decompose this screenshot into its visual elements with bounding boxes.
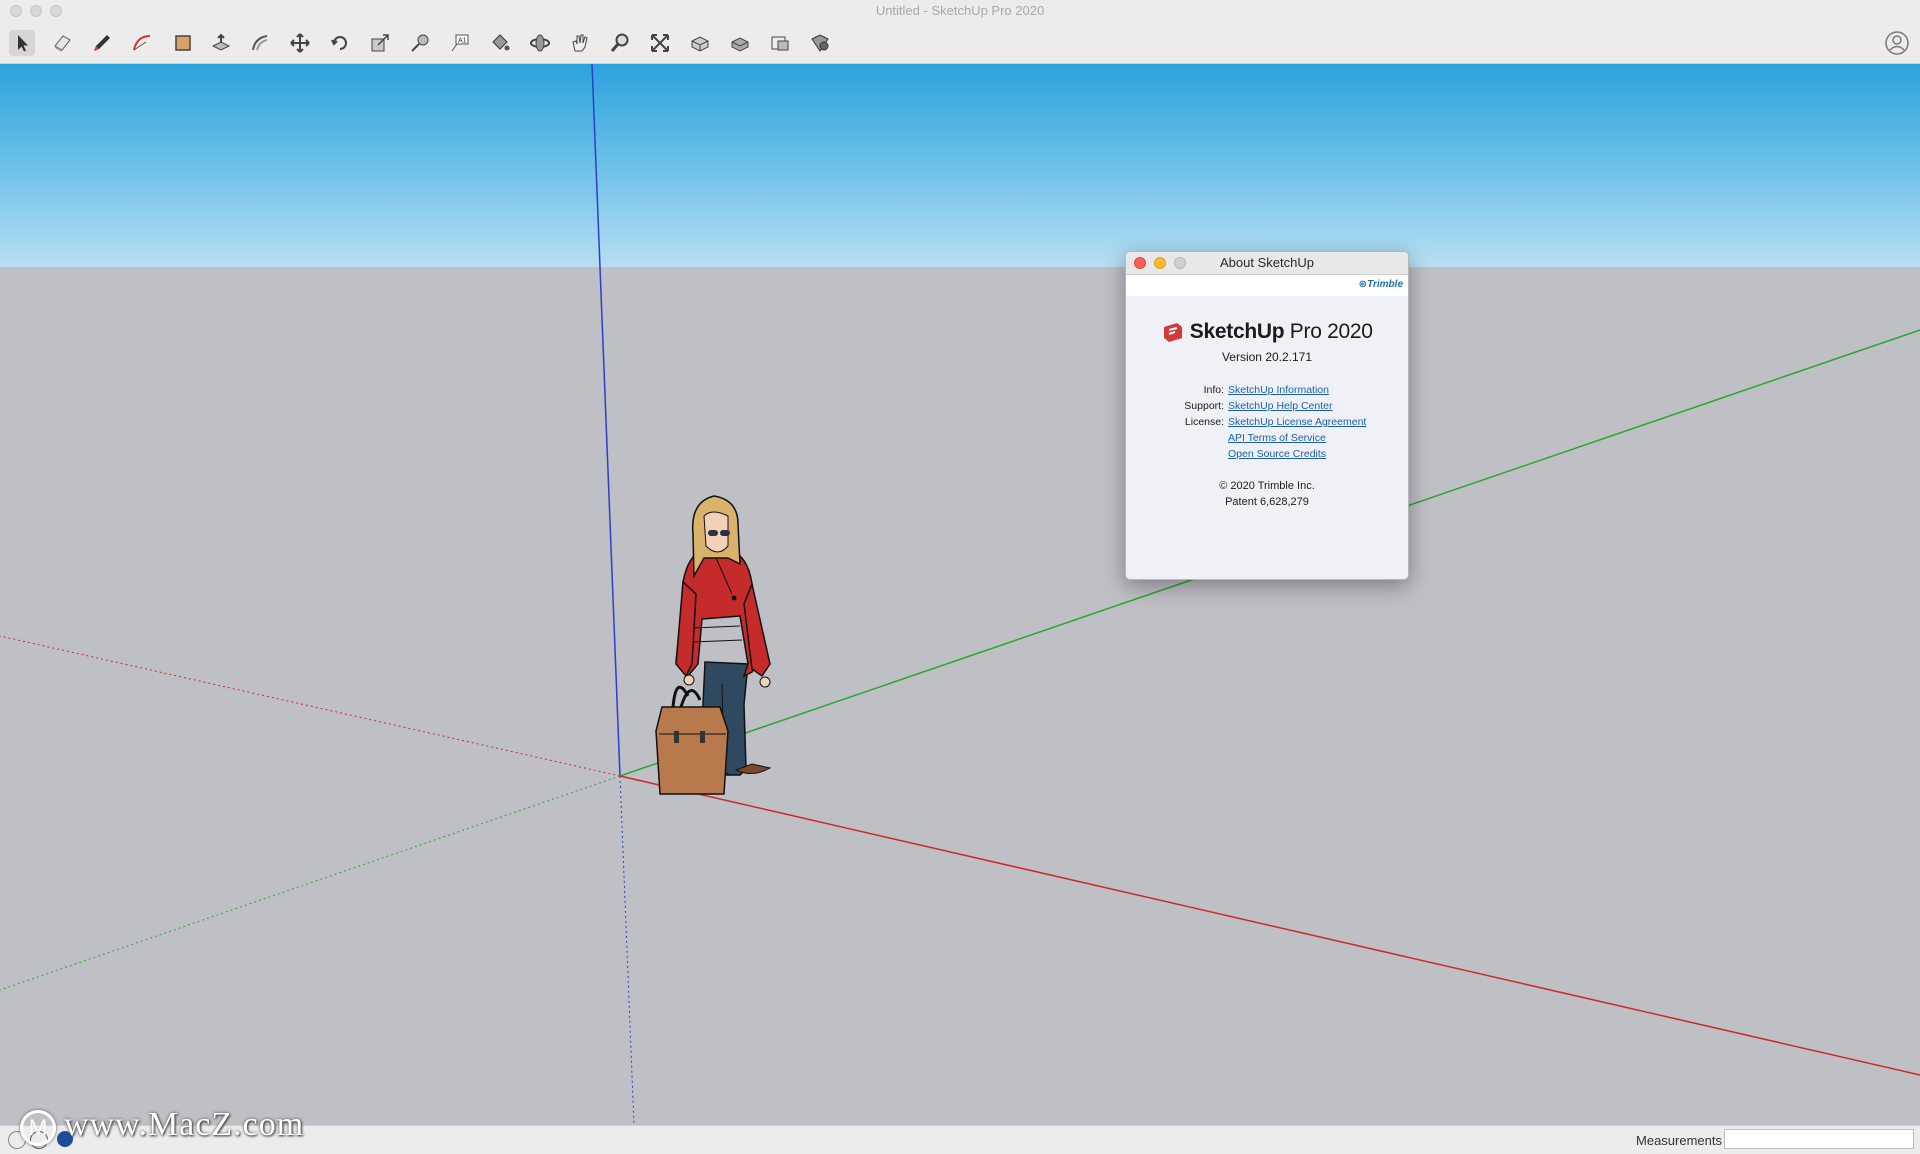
- user-account-icon: [1885, 31, 1909, 55]
- zoom-tool-button[interactable]: [607, 30, 633, 56]
- dialog-title: About SketchUp: [1220, 255, 1314, 270]
- 3d-warehouse-icon: [691, 36, 709, 52]
- offset-icon: [252, 35, 268, 51]
- info-row: Info: SketchUp Information: [1126, 382, 1408, 398]
- watermark-text: www.MacZ.com: [64, 1106, 305, 1143]
- scale-figure-person: [655, 495, 772, 795]
- extension-manager-icon: [811, 34, 829, 52]
- open-source-row: Open Source Credits: [1126, 446, 1408, 462]
- paint-bucket-icon: [492, 34, 510, 51]
- link-label: License:: [1184, 416, 1224, 428]
- orbit-tool-button[interactable]: [527, 30, 553, 56]
- version-text: Version 20.2.171: [1221, 350, 1313, 364]
- dialog-minimize-button[interactable]: [1154, 257, 1166, 269]
- help-center-link[interactable]: SketchUp Help Center: [1228, 398, 1332, 414]
- eraser-tool-button[interactable]: [49, 30, 75, 56]
- layout-icon: [771, 36, 789, 51]
- move-icon: [290, 33, 310, 53]
- rectangle-tool-button[interactable]: [170, 30, 196, 56]
- blue-axis-positive: [591, 64, 621, 777]
- watermark-logo-icon: M: [20, 1110, 56, 1146]
- zoom-extents-icon: [651, 34, 669, 52]
- license-row: License: SketchUp License Agreement: [1126, 414, 1408, 430]
- zoom-icon: [610, 33, 629, 52]
- text-tool-button[interactable]: A1: [447, 30, 473, 56]
- select-icon: [18, 35, 28, 52]
- sketchup-logo-icon: [1164, 323, 1183, 342]
- link-label: Info:: [1203, 384, 1224, 396]
- about-links: Info: SketchUp Information Support: Sket…: [1126, 382, 1408, 462]
- extension-manager-button[interactable]: [807, 30, 833, 56]
- 3d-warehouse-button[interactable]: [687, 30, 713, 56]
- dialog-close-button[interactable]: [1134, 257, 1146, 269]
- pan-tool-button[interactable]: [567, 30, 593, 56]
- brand-band: ⊛Trimble: [1126, 275, 1408, 296]
- link-label: [1126, 446, 1228, 462]
- svg-text:A1: A1: [458, 38, 467, 45]
- dialog-zoom-button: [1174, 257, 1186, 269]
- arc-tool-button[interactable]: [129, 30, 155, 56]
- scale-tool-button[interactable]: [367, 30, 393, 56]
- tape-measure-tool-button[interactable]: [407, 30, 433, 56]
- copyright-text: © 2020 Trimble Inc.: [1219, 480, 1315, 492]
- paint-bucket-tool-button[interactable]: [487, 30, 513, 56]
- pencil-icon: [94, 35, 110, 51]
- measurements-label: Measurements: [1636, 1133, 1722, 1148]
- layout-button[interactable]: [767, 30, 793, 56]
- minimize-window-button[interactable]: [30, 5, 42, 17]
- push-pull-icon: [211, 33, 231, 51]
- license-agreement-link[interactable]: SketchUp License Agreement: [1228, 414, 1366, 430]
- window-title-bar: Untitled - SketchUp Pro 2020: [0, 0, 1920, 22]
- copyright-block: © 2020 Trimble Inc. Patent 6,628,279: [1126, 478, 1408, 510]
- green-axis-negative: [0, 775, 621, 991]
- pan-icon: [572, 34, 588, 52]
- trimble-logo-icon: ⊛: [1358, 279, 1368, 290]
- api-terms-row: API Terms of Service: [1126, 430, 1408, 446]
- text-icon: A1: [451, 34, 469, 52]
- sketchup-information-link[interactable]: SketchUp Information: [1228, 382, 1329, 398]
- blue-axis-negative: [619, 775, 635, 1125]
- trimble-logo: ⊛Trimble: [1358, 279, 1403, 290]
- support-row: Support: SketchUp Help Center: [1126, 398, 1408, 414]
- arc-icon: [133, 35, 151, 51]
- rotate-tool-button[interactable]: [327, 30, 353, 56]
- move-tool-button[interactable]: [287, 30, 313, 56]
- close-window-button[interactable]: [10, 5, 22, 17]
- main-toolbar: A1: [0, 22, 1920, 64]
- link-label: Support:: [1184, 400, 1224, 412]
- scale-icon: [371, 34, 389, 52]
- patent-text: Patent 6,628,279: [1225, 496, 1309, 508]
- red-axis-positive: [619, 775, 1920, 1076]
- offset-tool-button[interactable]: [247, 30, 273, 56]
- about-dialog: About SketchUp ⊛Trimble SketchUp Pro 202…: [1125, 251, 1409, 580]
- eraser-icon: [54, 35, 71, 52]
- model-axes: [0, 64, 1920, 1125]
- select-tool-button[interactable]: [9, 30, 35, 56]
- zoom-window-button[interactable]: [50, 5, 62, 17]
- rotate-icon: [331, 36, 347, 50]
- api-terms-link[interactable]: API Terms of Service: [1228, 430, 1326, 446]
- open-source-credits-link[interactable]: Open Source Credits: [1228, 446, 1326, 462]
- about-dialog-title-bar: About SketchUp: [1126, 252, 1408, 275]
- pencil-tool-button[interactable]: [89, 30, 115, 56]
- tape-measure-icon: [411, 34, 429, 52]
- product-name: SketchUp Pro 2020: [1189, 320, 1373, 343]
- measurements-input[interactable]: [1724, 1129, 1914, 1149]
- extension-warehouse-icon: [731, 37, 749, 52]
- model-viewport[interactable]: [0, 64, 1920, 1125]
- push-pull-tool-button[interactable]: [208, 30, 234, 56]
- window-title: Untitled - SketchUp Pro 2020: [875, 3, 1045, 18]
- extension-warehouse-button[interactable]: [727, 30, 753, 56]
- red-axis-negative: [0, 635, 621, 777]
- account-button[interactable]: [1882, 28, 1912, 58]
- product-logo: SketchUp Pro 2020: [1126, 320, 1408, 348]
- rectangle-icon: [175, 35, 191, 51]
- orbit-icon: [530, 34, 550, 52]
- link-label: [1126, 430, 1228, 446]
- zoom-extents-tool-button[interactable]: [647, 30, 673, 56]
